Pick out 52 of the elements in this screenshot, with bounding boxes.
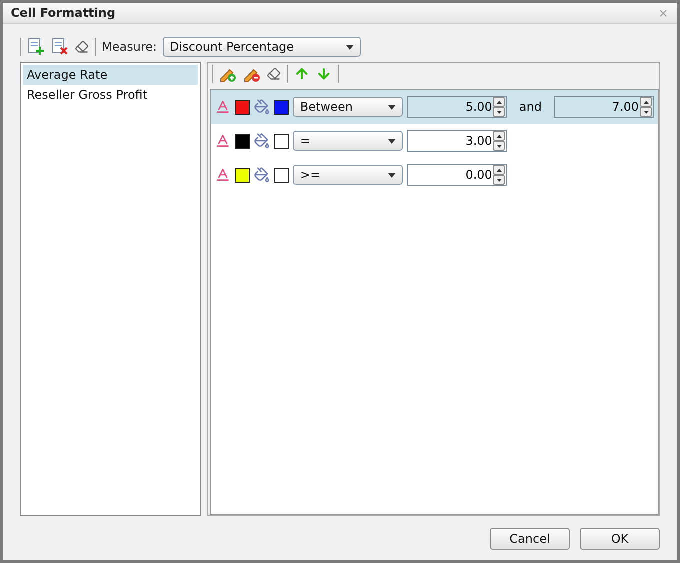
font-color-icon[interactable] bbox=[215, 133, 232, 149]
spin-up-button[interactable] bbox=[493, 165, 506, 175]
operator-dropdown[interactable]: Between bbox=[293, 97, 404, 117]
up-caret-icon bbox=[644, 100, 648, 104]
spin-down-button[interactable] bbox=[493, 107, 506, 117]
measure-dropdown[interactable]: Discount Percentage bbox=[163, 37, 362, 57]
up-caret-icon bbox=[496, 100, 502, 104]
paint-bucket-icon[interactable] bbox=[254, 167, 270, 183]
list-item[interactable]: Reseller Gross Profit bbox=[23, 85, 198, 105]
measure-label: Measure: bbox=[102, 40, 158, 54]
font-color-swatch[interactable] bbox=[235, 168, 250, 182]
font-color-icon[interactable] bbox=[215, 99, 232, 115]
caret-icon bbox=[388, 172, 396, 178]
add-document-icon[interactable] bbox=[27, 38, 45, 56]
spin-up-button[interactable] bbox=[493, 131, 506, 141]
eraser-icon[interactable] bbox=[267, 67, 282, 81]
spin-up-button[interactable] bbox=[640, 97, 652, 107]
number-field[interactable]: 3.00 bbox=[407, 130, 508, 152]
number-field[interactable]: 0.00 bbox=[407, 164, 508, 186]
fill-color-swatch[interactable] bbox=[274, 100, 290, 114]
font-color-swatch[interactable] bbox=[235, 100, 250, 114]
and-label: and bbox=[519, 100, 542, 114]
list-item[interactable]: Average Rate bbox=[23, 65, 198, 85]
font-color-swatch[interactable] bbox=[235, 134, 250, 148]
down-caret-icon bbox=[496, 110, 502, 114]
spin-up-button[interactable] bbox=[493, 97, 506, 107]
number-field[interactable]: 7.00 bbox=[554, 96, 654, 118]
paint-bucket-icon[interactable] bbox=[254, 133, 270, 149]
cancel-button[interactable]: Cancel bbox=[490, 528, 570, 550]
fill-color-swatch[interactable] bbox=[274, 134, 290, 148]
number-field[interactable]: 5.00 bbox=[407, 96, 508, 118]
spin-down-button[interactable] bbox=[493, 175, 506, 185]
eraser-icon[interactable] bbox=[75, 40, 89, 54]
window-title: Cell Formatting bbox=[11, 6, 116, 20]
caret-icon bbox=[388, 138, 396, 144]
delete-document-icon[interactable] bbox=[51, 38, 69, 56]
down-caret-icon bbox=[496, 144, 502, 148]
fill-color-swatch[interactable] bbox=[274, 168, 290, 182]
operator-dropdown[interactable]: = bbox=[293, 131, 404, 151]
down-caret-icon bbox=[496, 178, 502, 182]
close-icon[interactable] bbox=[658, 8, 669, 18]
up-caret-icon bbox=[496, 134, 502, 138]
ok-button[interactable]: OK bbox=[580, 528, 660, 550]
caret-icon bbox=[388, 104, 396, 110]
spin-down-button[interactable] bbox=[493, 141, 506, 151]
caret-icon bbox=[346, 44, 354, 50]
up-caret-icon bbox=[496, 168, 502, 172]
spin-down-button[interactable] bbox=[640, 107, 652, 117]
down-caret-icon bbox=[644, 110, 648, 114]
rule-row[interactable]: Between 5.00 and 7.00 bbox=[211, 90, 658, 124]
operator-dropdown[interactable]: >= bbox=[293, 165, 404, 185]
font-color-icon[interactable] bbox=[215, 167, 232, 183]
